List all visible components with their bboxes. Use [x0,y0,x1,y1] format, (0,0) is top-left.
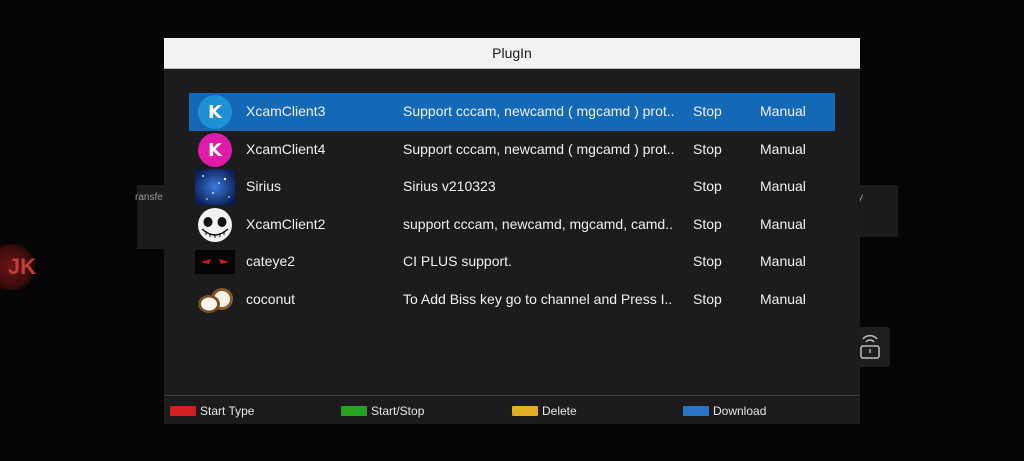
dialog-title: PlugIn [164,38,860,69]
cat-eyes-icon [195,244,235,280]
sirius-starfield-icon [195,169,235,205]
plugin-status: Stop [693,290,722,307]
plugin-name: coconut [246,290,296,307]
green-key-start-stop[interactable]: Start/Stop [341,404,424,418]
plugin-mode: Manual [760,215,806,232]
blue-key-download[interactable]: Download [683,404,766,418]
plugin-row-cateye2[interactable]: cateye2 CI PLUS support. Stop Manual [189,243,835,281]
plugin-mode: Manual [760,178,806,194]
svg-text:K: K [208,102,223,123]
blue-key-swatch [683,406,709,416]
plugin-status: Stop [693,215,722,232]
plugin-status: Stop [693,253,722,269]
blue-key-label: Download [713,404,767,418]
background-text-left: ransfe [135,192,163,203]
green-key-swatch [341,406,367,416]
plugin-row-xcamclient2[interactable]: XcamClient2 support cccam, newcamd, mgca… [189,206,835,244]
plugin-dialog: PlugIn K XcamClient3 Support cccam, newc… [164,38,860,424]
coconut-icon [195,282,235,318]
plugin-description: Sirius v210323 [403,178,496,194]
plugin-status: Stop [693,140,722,157]
yellow-key-swatch [512,406,538,416]
plugin-name: XcamClient3 [246,103,326,119]
xcam-blue-icon: K [195,94,235,130]
plugin-name: Sirius [246,178,282,194]
red-key-swatch [170,406,196,416]
plugin-name: XcamClient4 [246,140,326,157]
plugin-row-coconut[interactable]: coconut To Add Biss key go to channel an… [189,281,835,319]
plugin-status: Stop [693,103,722,119]
plugin-description: support cccam, newcamd, mgcamd, camd.. [403,215,673,232]
plugin-description: Support cccam, newcamd ( mgcamd ) prot.. [403,103,675,119]
plugin-status: Stop [693,178,722,194]
power-icon [860,334,880,359]
plugin-row-xcamclient4[interactable]: K XcamClient4 Support cccam, newcamd ( m… [189,131,835,169]
plugin-description: Support cccam, newcamd ( mgcamd ) prot.. [403,140,675,157]
red-key-start-type[interactable]: Start Type [170,404,254,418]
plugin-row-sirius[interactable]: Sirius Sirius v210323 Stop Manual [189,168,835,206]
plugin-name: XcamClient2 [246,215,326,232]
plugin-mode: Manual [760,253,806,269]
plugin-description: To Add Biss key go to channel and Press … [403,290,673,307]
svg-text:K: K [208,140,223,161]
xcam-magenta-icon: K [195,132,235,168]
color-key-bar: Start Type Start/Stop Delete Download [164,395,860,424]
skull-face-icon [195,207,235,243]
plugin-row-xcamclient3[interactable]: K XcamClient3 Support cccam, newcamd ( m… [189,93,835,131]
plugin-mode: Manual [760,140,806,157]
plugin-name: cateye2 [246,253,296,269]
yellow-key-label: Delete [542,404,577,418]
yellow-key-delete[interactable]: Delete [512,404,577,418]
background-logo: JK [0,244,36,290]
red-key-label: Start Type [200,404,255,418]
plugin-description: CI PLUS support. [403,253,512,269]
green-key-label: Start/Stop [371,404,425,418]
background-panel-right [858,185,898,237]
plugin-mode: Manual [760,290,806,307]
plugin-list: K XcamClient3 Support cccam, newcamd ( m… [189,93,835,318]
plugin-mode: Manual [760,103,806,119]
